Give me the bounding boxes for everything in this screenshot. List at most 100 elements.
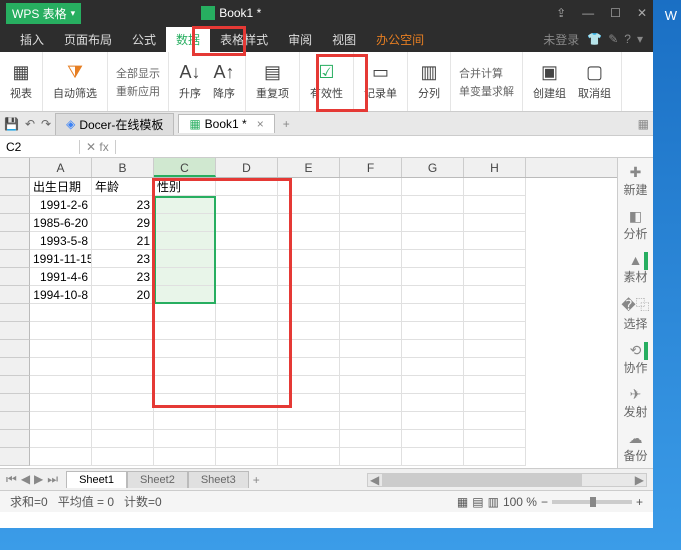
pivot-button[interactable]: ▦ 视表 xyxy=(6,61,36,103)
cell[interactable] xyxy=(402,214,464,232)
row-header[interactable] xyxy=(0,358,30,376)
row-header[interactable] xyxy=(0,250,30,268)
cell[interactable] xyxy=(464,232,526,250)
cell[interactable] xyxy=(340,196,402,214)
cell[interactable] xyxy=(278,178,340,196)
ungroup-button[interactable]: ▢ 取消组 xyxy=(574,61,615,103)
cell[interactable] xyxy=(340,448,402,466)
cell[interactable] xyxy=(92,358,154,376)
form-button[interactable]: ▭ 记录单 xyxy=(360,61,401,103)
cell[interactable]: 20 xyxy=(92,286,154,304)
cell[interactable] xyxy=(216,340,278,358)
row-header[interactable] xyxy=(0,376,30,394)
cell[interactable] xyxy=(402,232,464,250)
cell[interactable]: 21 xyxy=(92,232,154,250)
cell[interactable] xyxy=(402,340,464,358)
cell[interactable]: 29 xyxy=(92,214,154,232)
cell[interactable] xyxy=(464,196,526,214)
cell[interactable] xyxy=(216,178,278,196)
name-box[interactable]: C2 xyxy=(0,140,80,154)
cell[interactable] xyxy=(402,268,464,286)
scroll-right-icon[interactable]: ▶ xyxy=(635,473,644,487)
pin-icon[interactable]: ⇪ xyxy=(556,6,566,20)
cell[interactable] xyxy=(464,286,526,304)
cell[interactable] xyxy=(402,430,464,448)
cell[interactable] xyxy=(92,304,154,322)
cell[interactable] xyxy=(278,304,340,322)
col-header-b[interactable]: B xyxy=(92,158,154,177)
cell[interactable] xyxy=(216,214,278,232)
cell[interactable] xyxy=(216,394,278,412)
cell[interactable] xyxy=(278,340,340,358)
cell[interactable] xyxy=(464,430,526,448)
row-header[interactable] xyxy=(0,304,30,322)
menu-formula[interactable]: 公式 xyxy=(122,27,166,52)
row-header[interactable] xyxy=(0,196,30,214)
side-collab[interactable]: ⟲协作 xyxy=(623,342,647,376)
cell[interactable] xyxy=(464,376,526,394)
side-send[interactable]: ✈发射 xyxy=(623,386,647,420)
cell[interactable] xyxy=(402,412,464,430)
side-select[interactable]: �⿻选择 xyxy=(621,295,649,332)
new-sheet-button[interactable]: + xyxy=(253,473,260,487)
col-header-h[interactable]: H xyxy=(464,158,526,177)
menu-layout[interactable]: 页面布局 xyxy=(54,27,122,52)
cell[interactable] xyxy=(154,394,216,412)
cell[interactable] xyxy=(340,430,402,448)
view-break-icon[interactable]: ▥ xyxy=(488,495,499,509)
cell[interactable] xyxy=(278,322,340,340)
menu-data[interactable]: 数据 xyxy=(166,27,210,52)
cell[interactable] xyxy=(278,196,340,214)
new-tab-button[interactable]: + xyxy=(283,117,290,131)
cell[interactable] xyxy=(30,304,92,322)
docer-tab[interactable]: ◈ Docer-在线模板 xyxy=(55,113,174,135)
sheet-next-icon[interactable]: ▶ xyxy=(34,472,43,487)
cell[interactable] xyxy=(216,322,278,340)
menu-office-space[interactable]: 办公空间 xyxy=(366,27,434,52)
solver-button[interactable]: 单变量求解 xyxy=(457,82,516,100)
spreadsheet-grid[interactable]: A B C D E F G H 出生日期年龄性别1991-2-6231985-6… xyxy=(0,158,617,468)
cell[interactable] xyxy=(216,286,278,304)
menu-view[interactable]: 视图 xyxy=(322,27,366,52)
cell[interactable] xyxy=(216,412,278,430)
cell[interactable]: 性别 xyxy=(154,178,216,196)
cell[interactable] xyxy=(30,340,92,358)
cell[interactable] xyxy=(402,286,464,304)
select-all-corner[interactable] xyxy=(0,158,30,177)
cell[interactable] xyxy=(154,232,216,250)
col-header-e[interactable]: E xyxy=(278,158,340,177)
cell[interactable] xyxy=(464,412,526,430)
book1-tab[interactable]: ▦ Book1 * × xyxy=(178,114,274,133)
col-header-a[interactable]: A xyxy=(30,158,92,177)
cell[interactable] xyxy=(340,358,402,376)
cell[interactable] xyxy=(154,250,216,268)
cell[interactable] xyxy=(278,214,340,232)
cell[interactable] xyxy=(278,286,340,304)
cell[interactable] xyxy=(340,304,402,322)
cell[interactable] xyxy=(402,376,464,394)
zoom-slider[interactable] xyxy=(552,500,632,504)
reapply-button[interactable]: 重新应用 xyxy=(114,82,162,100)
sheet2-tab[interactable]: Sheet2 xyxy=(127,471,188,488)
cell[interactable] xyxy=(402,358,464,376)
cell[interactable] xyxy=(154,322,216,340)
filter-button[interactable]: ⧩ 自动筛选 xyxy=(49,61,101,103)
col-header-d[interactable]: D xyxy=(216,158,278,177)
sheet1-tab[interactable]: Sheet1 xyxy=(66,471,127,488)
close-button[interactable]: ✕ xyxy=(637,6,647,20)
cell[interactable] xyxy=(340,232,402,250)
consolidate-button[interactable]: 合并计算 xyxy=(457,64,505,82)
cell[interactable]: 出生日期 xyxy=(30,178,92,196)
sheet-last-icon[interactable]: ⏭ xyxy=(47,472,58,487)
minimize-button[interactable]: — xyxy=(582,6,594,20)
cell[interactable] xyxy=(402,448,464,466)
cell[interactable] xyxy=(154,448,216,466)
cell[interactable] xyxy=(216,304,278,322)
row-header[interactable] xyxy=(0,394,30,412)
cell[interactable] xyxy=(278,250,340,268)
cell[interactable] xyxy=(340,340,402,358)
cell[interactable]: 1985-6-20 xyxy=(30,214,92,232)
redo-icon[interactable]: ↷ xyxy=(41,117,51,131)
cell[interactable] xyxy=(402,304,464,322)
cell[interactable] xyxy=(464,268,526,286)
